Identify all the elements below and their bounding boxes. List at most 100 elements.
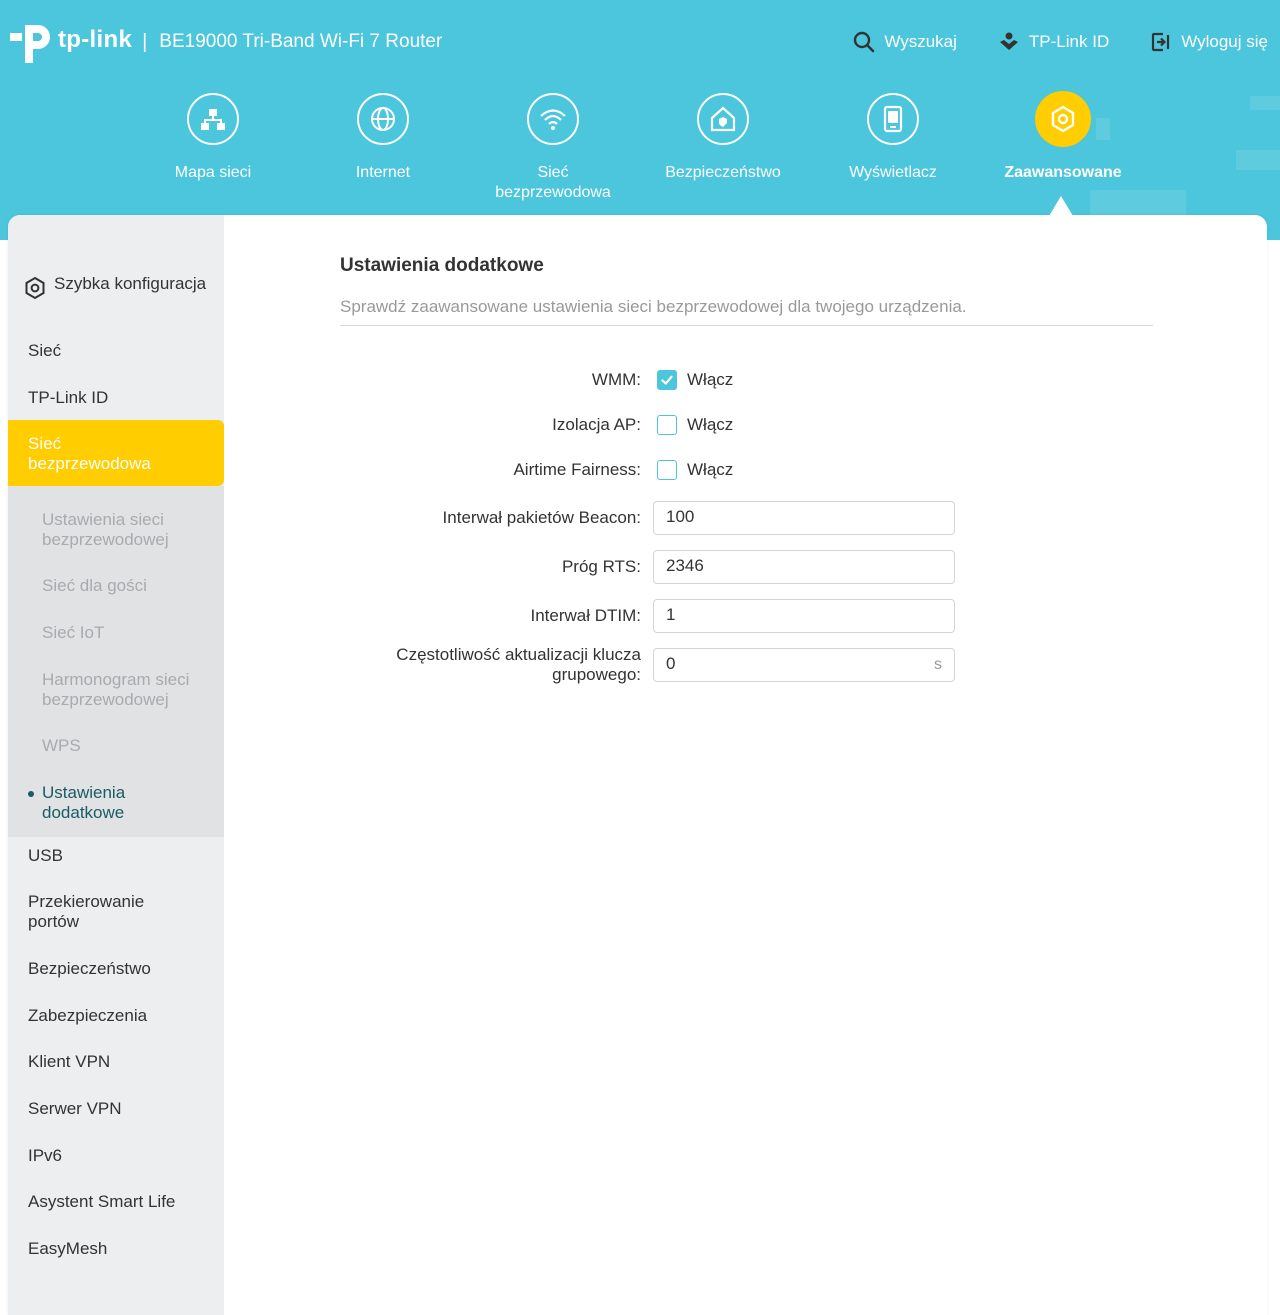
beacon-interval-input[interactable] bbox=[654, 502, 926, 532]
wmm-option-label: Włącz bbox=[687, 370, 734, 389]
wifi-icon bbox=[527, 93, 579, 145]
submenu-item-label: Sieć dla gości bbox=[42, 576, 147, 595]
logo-separator: | bbox=[142, 30, 148, 53]
logout-button[interactable]: Wyloguj się bbox=[1149, 30, 1268, 54]
nav-label: Internet bbox=[355, 164, 411, 181]
ap-isolation-option-label: Włącz bbox=[687, 415, 734, 434]
ap-isolation-checkbox-row[interactable]: Włącz bbox=[657, 415, 733, 435]
sidebar-item-security[interactable]: Bezpieczeństwo bbox=[8, 959, 224, 979]
nav-advanced[interactable]: Zaawansowane bbox=[978, 91, 1148, 203]
page-description: Sprawdź zaawansowane ustawienia sieci be… bbox=[340, 297, 967, 316]
dtim-interval-label: Interwał DTIM: bbox=[530, 606, 641, 625]
wmm-label: WMM: bbox=[591, 370, 641, 389]
submenu-item-wireless-settings[interactable]: Ustawienia sieci bezprzewodowej bbox=[8, 510, 208, 550]
rts-threshold-field[interactable] bbox=[653, 550, 955, 584]
group-key-update-label: Częstotliwość aktualizacji klucza grupow… bbox=[396, 645, 641, 685]
rts-threshold-label: Próg RTS: bbox=[561, 557, 641, 576]
sidebar-item-label: Zabezpieczenia bbox=[28, 1006, 148, 1025]
beacon-interval-field[interactable] bbox=[653, 501, 955, 535]
airtime-fairness-label: Airtime Fairness: bbox=[513, 460, 641, 479]
background-decoration bbox=[1250, 96, 1280, 110]
sidebar-item-network[interactable]: Sieć bbox=[8, 341, 224, 361]
background-decoration bbox=[1236, 150, 1280, 170]
nav-label: Sieć bezprzewodowa bbox=[495, 164, 611, 201]
top-header: tp-link | BE19000 Tri-Band Wi-Fi 7 Route… bbox=[0, 0, 1280, 240]
sidebar-item-label: Asystent Smart Life bbox=[28, 1192, 176, 1211]
sidebar-item-ipv6[interactable]: IPv6 bbox=[8, 1146, 224, 1166]
seconds-unit: s bbox=[934, 656, 942, 673]
nav-network-map[interactable]: Mapa sieci bbox=[128, 93, 298, 203]
network-map-icon bbox=[187, 93, 239, 145]
tp-link-logo-icon bbox=[10, 25, 50, 63]
submenu-item-wps[interactable]: WPS bbox=[8, 736, 224, 756]
submenu-item-wireless-schedule[interactable]: Harmonogram sieci bezprzewodowej bbox=[8, 670, 208, 710]
submenu-item-guest-network[interactable]: Sieć dla gości bbox=[8, 576, 224, 596]
submenu-item-label: Ustawienia sieci bezprzewodowej bbox=[42, 510, 169, 549]
submenu-item-advanced-settings[interactable]: Ustawienia dodatkowe bbox=[8, 783, 158, 823]
display-icon bbox=[867, 93, 919, 145]
sidebar-item-protection[interactable]: Zabezpieczenia bbox=[8, 1006, 224, 1026]
airtime-fairness-option-label: Włącz bbox=[687, 460, 734, 479]
active-tab-pointer bbox=[1049, 196, 1073, 216]
nav-wireless[interactable]: Sieć bezprzewodowa bbox=[468, 93, 638, 203]
gear-icon bbox=[1035, 91, 1091, 147]
submenu-item-iot-network[interactable]: Sieć IoT bbox=[8, 623, 224, 643]
sidebar-item-wireless[interactable]: Sieć bezprzewodowa bbox=[8, 434, 151, 474]
rts-threshold-input[interactable] bbox=[654, 551, 926, 581]
tplink-id-label: TP-Link ID bbox=[1028, 32, 1110, 51]
ap-isolation-label: Izolacja AP: bbox=[552, 415, 641, 434]
sidebar-item-port-forwarding[interactable]: Przekierowanie portów bbox=[8, 892, 168, 932]
tplink-id-icon bbox=[997, 30, 1021, 54]
nav-internet[interactable]: Internet bbox=[298, 93, 468, 203]
tplink-id-button[interactable]: TP-Link ID bbox=[997, 30, 1109, 54]
sidebar-item-label: EasyMesh bbox=[28, 1239, 108, 1258]
sidebar-item-quick-setup[interactable]: Szybka konfiguracja bbox=[8, 274, 224, 300]
divider bbox=[340, 325, 1153, 326]
nav-label: Bezpieczeństwo bbox=[665, 164, 781, 181]
main-card: Szybka konfiguracja Sieć TP-Link ID Sieć… bbox=[8, 215, 1267, 1315]
sidebar: Szybka konfiguracja Sieć TP-Link ID Sieć… bbox=[8, 215, 224, 1315]
nav-display[interactable]: Wyświetlacz bbox=[808, 93, 978, 203]
search-label: Wyszukaj bbox=[884, 32, 957, 51]
nav-label: Wyświetlacz bbox=[849, 164, 937, 181]
search-button[interactable]: Wyszukaj bbox=[852, 30, 957, 54]
sidebar-item-usb[interactable]: USB bbox=[8, 846, 224, 866]
main-navigation: Mapa sieci Internet Sieć bezprzewodowa B… bbox=[128, 91, 1148, 203]
sidebar-item-tplink-id[interactable]: TP-Link ID bbox=[8, 388, 224, 408]
wmm-checkbox-row[interactable]: Włącz bbox=[657, 370, 733, 390]
nav-label: Mapa sieci bbox=[174, 164, 252, 181]
home-shield-icon bbox=[697, 93, 749, 145]
sidebar-item-label: Serwer VPN bbox=[28, 1099, 122, 1118]
beacon-interval-label: Interwał pakietów Beacon: bbox=[442, 508, 641, 527]
airtime-fairness-checkbox-row[interactable]: Włącz bbox=[657, 460, 733, 480]
router-model: BE19000 Tri-Band Wi-Fi 7 Router bbox=[159, 31, 443, 52]
sidebar-item-smart-life[interactable]: Asystent Smart Life bbox=[8, 1192, 224, 1212]
sidebar-item-vpn-client[interactable]: Klient VPN bbox=[8, 1052, 224, 1072]
group-key-update-input[interactable] bbox=[654, 649, 926, 679]
sidebar-item-label: Przekierowanie portów bbox=[28, 892, 145, 931]
submenu-item-label: WPS bbox=[42, 736, 81, 755]
sidebar-item-label: TP-Link ID bbox=[28, 388, 109, 407]
tp-link-logo[interactable]: tp-link | BE19000 Tri-Band Wi-Fi 7 Route… bbox=[8, 18, 442, 66]
ap-isolation-checkbox[interactable] bbox=[657, 415, 677, 435]
current-item-bullet bbox=[28, 791, 34, 797]
submenu-item-label: Harmonogram sieci bezprzewodowej bbox=[42, 670, 190, 709]
sidebar-item-label: Bezpieczeństwo bbox=[28, 959, 151, 978]
wmm-checkbox[interactable] bbox=[657, 370, 677, 390]
sidebar-item-label: Sieć bezprzewodowa bbox=[28, 434, 151, 473]
sidebar-item-label: IPv6 bbox=[28, 1146, 63, 1165]
group-key-update-label-line2: grupowego: bbox=[552, 665, 641, 684]
group-key-update-field[interactable]: s bbox=[653, 648, 955, 682]
sidebar-item-easymesh[interactable]: EasyMesh bbox=[8, 1239, 224, 1259]
dtim-interval-input[interactable] bbox=[654, 600, 926, 630]
nav-security[interactable]: Bezpieczeństwo bbox=[638, 93, 808, 203]
search-icon bbox=[852, 30, 876, 54]
airtime-fairness-checkbox[interactable] bbox=[657, 460, 677, 480]
dtim-interval-field[interactable] bbox=[653, 599, 955, 633]
sidebar-item-vpn-server[interactable]: Serwer VPN bbox=[8, 1099, 224, 1119]
sidebar-item-label: Klient VPN bbox=[28, 1052, 111, 1071]
page-title: Ustawienia dodatkowe bbox=[340, 255, 544, 276]
header-actions: Wyszukaj TP-Link ID Wyloguj się bbox=[852, 30, 1268, 54]
sidebar-item-label: Szybka konfiguracja bbox=[54, 274, 207, 293]
logout-icon bbox=[1149, 30, 1173, 54]
